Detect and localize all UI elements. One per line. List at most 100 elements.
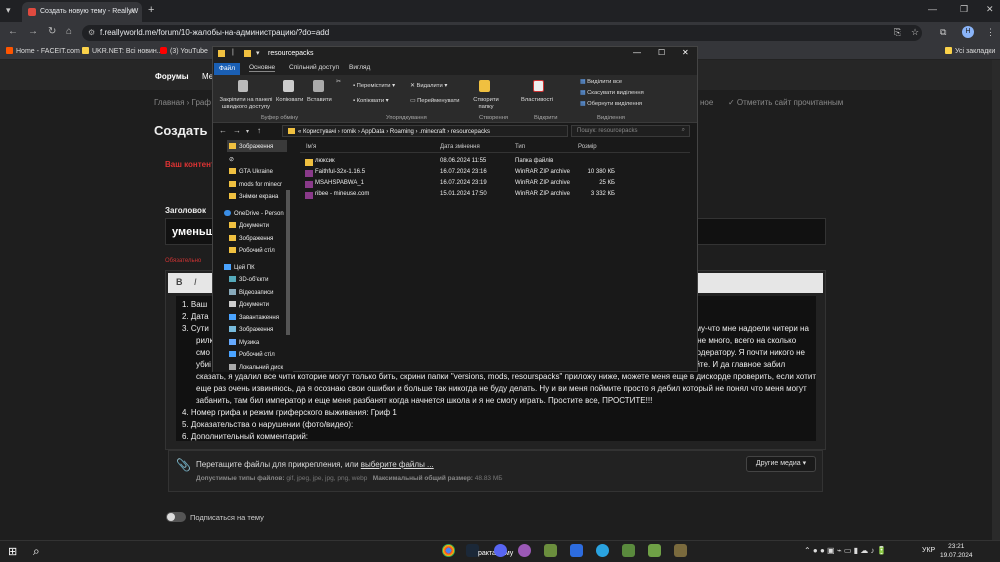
home-icon[interactable]: ⌂ (66, 26, 72, 37)
customize-toolbar-icon[interactable]: ▾ (256, 49, 260, 57)
file-row[interactable]: Faithful-32x-1.16.5 16.07.2024 23:16 WinRA… (300, 169, 630, 179)
minecraft-launcher-icon[interactable] (674, 544, 687, 557)
paste-button[interactable]: Вставити (307, 97, 332, 103)
nav-item-music[interactable]: Музика (229, 339, 289, 346)
italic-button[interactable]: I (194, 277, 197, 287)
explorer-close-icon[interactable]: ✕ (682, 48, 689, 57)
nav-item-local-disk[interactable]: Локальний диск (229, 364, 289, 371)
properties-button[interactable]: Властивості (521, 97, 553, 103)
nav-item-partial[interactable]: ное (700, 98, 713, 107)
copy-to-button[interactable]: ▪ Копіювати ▾ (353, 98, 389, 104)
nav-item-onedrive[interactable]: OneDrive - Person (224, 210, 284, 217)
quick-access-icon[interactable]: | (232, 49, 234, 56)
nav-item-videos[interactable]: Відеозаписи (229, 289, 289, 296)
extensions-icon[interactable]: ⧉ (940, 27, 946, 38)
deselect-button[interactable]: ▦ Скасувати виділення (580, 90, 644, 96)
invert-selection-button[interactable]: ▦ Обернути виділення (580, 101, 642, 107)
choose-files-link[interactable]: выберите файлы ... (361, 460, 434, 469)
attachment-dropzone[interactable] (168, 450, 823, 492)
tab-view[interactable]: Вигляд (349, 64, 370, 71)
bookmark-star-icon[interactable]: ☆ (911, 27, 919, 38)
search-taskbar-icon[interactable]: ⌕ (33, 544, 40, 559)
profile-avatar[interactable]: Н (962, 26, 974, 38)
reload-icon[interactable]: ↻ (48, 26, 56, 37)
forward-icon[interactable]: → (28, 26, 38, 37)
nav-item-screenshots[interactable]: Знімки екрана (229, 193, 289, 200)
select-all-button[interactable]: ▦ Виділити все (580, 79, 622, 85)
tab-home[interactable]: Основне (249, 64, 276, 72)
clock[interactable]: 23:21 19.07.2024 (940, 542, 973, 560)
pin-quick-access-button[interactable]: Закріпити на панелі швидкого доступу (216, 97, 276, 111)
menu-icon[interactable]: ⋮ (986, 27, 995, 38)
language-indicator[interactable]: УКР (922, 547, 935, 554)
discord-icon[interactable] (494, 544, 507, 557)
nav-item-downloads[interactable]: Завантаження (229, 314, 289, 321)
nav-item-desktop-pc[interactable]: Робочий стіл (229, 351, 289, 358)
translate-icon[interactable]: ⎘ (894, 27, 901, 38)
nav-forums[interactable]: Форумы (155, 72, 189, 81)
rename-button[interactable]: ▭ Перейменувати (410, 98, 459, 104)
explorer-back-icon[interactable]: ← (219, 126, 227, 135)
file-row[interactable]: ribee - mineuse.com 15.01.2024 17:50 WinRA… (300, 191, 630, 201)
bookmark-ukrnet[interactable]: UKR.NET: Всі новин... (82, 47, 163, 55)
minecraft-icon[interactable] (544, 544, 557, 557)
col-name[interactable]: Ім'я (306, 144, 316, 150)
nav-item-pictures-pc[interactable]: Зображення (229, 326, 289, 333)
tab-search-icon[interactable]: ▾ (6, 5, 11, 16)
bookmark-youtube[interactable]: (3) YouTube (160, 47, 208, 55)
nav-item-mods[interactable]: mods for minecr (229, 181, 289, 188)
nav-item-this-pc[interactable]: Цей ПК (224, 264, 284, 271)
minecraft-launcher-icon[interactable] (622, 544, 635, 557)
chrome-taskbar-icon[interactable] (442, 544, 455, 557)
file-row[interactable]: MSAHSPABWA_1 16.07.2024 23:19 WinRAR ZIP a… (300, 180, 630, 190)
maximize-icon[interactable]: ❐ (960, 4, 968, 15)
browser-tab[interactable]: Создать новую тему - ReallyW ✕ (22, 2, 142, 22)
file-row[interactable]: люксик 08.06.2024 11:55 Папка файлів (300, 158, 630, 168)
new-tab-button[interactable]: + (148, 4, 154, 16)
telegram-icon[interactable] (596, 544, 609, 557)
nav-item-blocked[interactable]: ⊘ (229, 156, 289, 163)
app-icon[interactable] (518, 544, 531, 557)
explorer-path[interactable]: « Користувачі › romik › AppData › Roamin… (282, 125, 568, 137)
mark-read-link[interactable]: ✓ Отметить сайт прочитанным (728, 98, 843, 107)
nav-item-desktop-od[interactable]: Робочий стіл (229, 247, 289, 254)
back-icon[interactable]: ← (8, 26, 18, 37)
breadcrumb[interactable]: Главная › Граф (154, 98, 211, 107)
explorer-search[interactable]: Пошук: resourcepacks ⌕ (571, 125, 690, 137)
up-icon[interactable]: ↑ (257, 126, 261, 135)
copy-button[interactable]: Копіювати (276, 97, 303, 103)
minimize-icon[interactable]: — (928, 4, 937, 14)
system-tray[interactable]: ⌃ ● ● ▣ ⌁ ▭ ▮ ☁ ♪ 🔋 (804, 546, 887, 555)
page-scrollbar[interactable] (992, 60, 1000, 540)
bookmark-faceit[interactable]: Home - FACEIT.com (6, 47, 80, 55)
nav-item-documents-pc[interactable]: Документи (229, 301, 289, 308)
col-date[interactable]: Дата змінення (440, 144, 480, 150)
tab-file[interactable]: Файл (214, 63, 240, 75)
all-bookmarks[interactable]: Усі закладки (945, 47, 995, 55)
nav-item-pictures[interactable]: Зображення (229, 143, 289, 150)
explorer-minimize-icon[interactable]: — (633, 48, 641, 57)
explorer-maximize-icon[interactable]: ☐ (658, 48, 665, 57)
site-info-icon[interactable]: ⚙ (88, 28, 95, 37)
recent-locations-icon[interactable]: ▾ (246, 128, 249, 135)
minecraft-launcher-icon[interactable] (648, 544, 661, 557)
col-size[interactable]: Розмір (578, 144, 597, 150)
close-window-icon[interactable]: ✕ (986, 4, 994, 15)
new-folder-button[interactable]: Створити папку (471, 97, 501, 111)
nav-item-3d[interactable]: 3D-об'єкти (229, 276, 289, 283)
bold-button[interactable]: B (176, 277, 183, 287)
new-folder-quick-icon[interactable] (244, 50, 251, 57)
tab-share[interactable]: Спільний доступ (289, 64, 339, 71)
move-to-button[interactable]: ▪ Перемістити ▾ (353, 83, 395, 89)
explorer-forward-icon[interactable]: → (233, 126, 241, 135)
col-type[interactable]: Тип (515, 144, 525, 150)
delete-button[interactable]: ✕ Видалити ▾ (410, 83, 447, 89)
app-icon[interactable] (570, 544, 583, 557)
subscribe-toggle[interactable] (166, 512, 186, 522)
more-media-button[interactable]: Другие медиа ▾ (746, 456, 816, 472)
address-bar[interactable]: ⚙ f.reallyworld.me/forum/10-жалобы-на-ад… (82, 25, 922, 41)
nav-item-pictures-od[interactable]: Зображення (229, 235, 289, 242)
nav-item-gta[interactable]: GTA Ukraine (229, 168, 289, 175)
close-tab-icon[interactable]: ✕ (129, 7, 136, 16)
cut-icon[interactable]: ✂ (336, 79, 341, 85)
